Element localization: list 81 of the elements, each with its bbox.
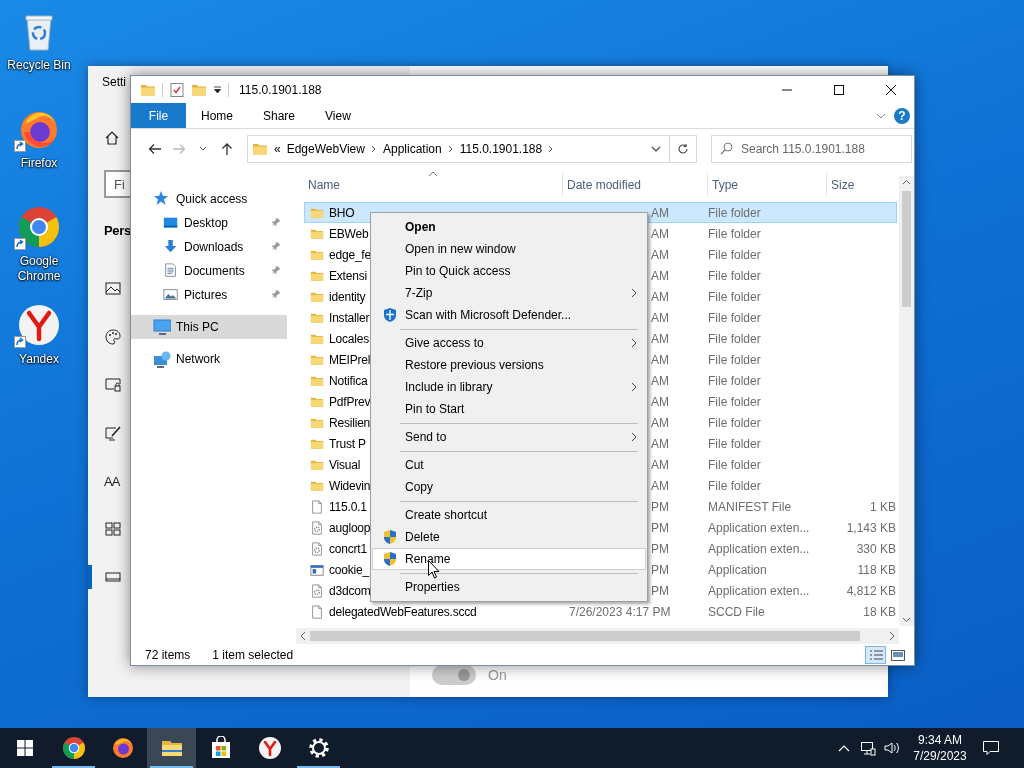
file-name: PdfPrev: [329, 394, 371, 409]
file-type: File folder: [708, 310, 761, 325]
date-modified: PM: [651, 520, 669, 535]
file-name: Notifica: [329, 373, 368, 388]
item-count: 72 items: [145, 647, 191, 662]
file-name: delegatedWebFeatures.sccd: [329, 604, 477, 619]
file-type: Application exten...: [708, 520, 810, 535]
date-modified: PM: [651, 562, 669, 577]
file-name: augloop: [329, 520, 371, 535]
file-name: cookie_: [329, 562, 369, 577]
file-type: File folder: [708, 289, 761, 304]
file-type: File folder: [708, 478, 761, 493]
file-size: 330 KB: [856, 541, 896, 556]
file-type: File folder: [708, 436, 761, 451]
nav-pane-label: Desktop: [184, 216, 229, 230]
date-modified: AM: [651, 373, 669, 388]
file-name: identity: [329, 289, 366, 304]
toggle-label: On: [488, 667, 507, 683]
file-size: 118 KB: [857, 562, 896, 577]
date-modified: AM: [651, 247, 669, 262]
file-type: MANIFEST File: [708, 499, 792, 514]
clock-time: 9:34 AM: [918, 732, 962, 748]
date-modified: AM: [651, 268, 669, 283]
file-type: File folder: [708, 352, 761, 367]
date-modified: AM: [651, 289, 669, 304]
date-modified: AM: [651, 478, 669, 493]
file-size: 1,143 KB: [846, 520, 896, 535]
nav-pane-label: Pictures: [184, 288, 228, 302]
file-name: concrt1: [329, 541, 367, 556]
nav-pane-label: Documents: [184, 264, 245, 278]
date-modified: AM: [651, 352, 669, 367]
section-heading: Pers: [104, 222, 131, 240]
file-type: Application exten...: [708, 583, 810, 598]
date-modified: PM: [651, 499, 669, 514]
date-modified: AM: [651, 394, 669, 409]
file-name: Locales: [329, 331, 369, 346]
file-type: Application exten...: [708, 541, 810, 556]
file-name: 115.0.1: [329, 499, 367, 514]
date-modified: 7/26/2023 4:17 PM: [569, 604, 671, 619]
file-size: 4,812 KB: [846, 583, 896, 598]
date-modified: AM: [651, 226, 669, 241]
file-name: Trust P: [329, 436, 366, 451]
file-type: File folder: [708, 415, 761, 430]
file-type: File folder: [708, 247, 761, 262]
file-name: Extensi: [329, 268, 367, 283]
file-type: SCCD File: [708, 604, 765, 619]
file-size: 18 KB: [863, 604, 896, 619]
file-type: File folder: [708, 226, 761, 241]
file-name: Installer: [329, 310, 370, 325]
date-modified: AM: [651, 331, 669, 346]
file-name: BHO: [329, 205, 355, 220]
file-type: Application: [708, 562, 767, 577]
file-type: File folder: [708, 205, 761, 220]
file-name: MEIPrel: [329, 352, 371, 367]
date-modified: AM: [651, 415, 669, 430]
file-name: Visual: [329, 457, 361, 472]
nav-pane-label: Quick access: [176, 192, 248, 206]
file-name: edge_fe: [329, 247, 371, 262]
date-modified: AM: [651, 310, 669, 325]
file-type: File folder: [708, 331, 761, 346]
date-modified: AM: [651, 457, 669, 472]
file-type: File folder: [708, 457, 761, 472]
date-modified: AM: [651, 205, 669, 220]
window-title: 115.0.1901.188: [239, 82, 322, 97]
file-type: File folder: [708, 373, 761, 388]
file-type: File folder: [708, 268, 761, 283]
window-title: Setti: [101, 74, 126, 90]
nav-pane-label: Network: [176, 352, 220, 366]
file-name: EBWeb: [329, 226, 369, 241]
nav-pane-label: This PC: [176, 320, 219, 334]
date-modified: PM: [651, 541, 669, 556]
file-type: File folder: [708, 394, 761, 409]
file-size: 1 KB: [870, 499, 896, 514]
clock-date: 7/29/2023: [913, 748, 967, 764]
selection-count: 1 item selected: [212, 647, 294, 662]
file-name: Widevin: [329, 478, 371, 493]
file-name: d3dcom: [329, 583, 371, 598]
date-modified: AM: [651, 436, 669, 451]
nav-pane-label: Downloads: [184, 240, 244, 254]
file-name: Resilien: [329, 415, 371, 430]
date-modified: PM: [651, 583, 669, 598]
